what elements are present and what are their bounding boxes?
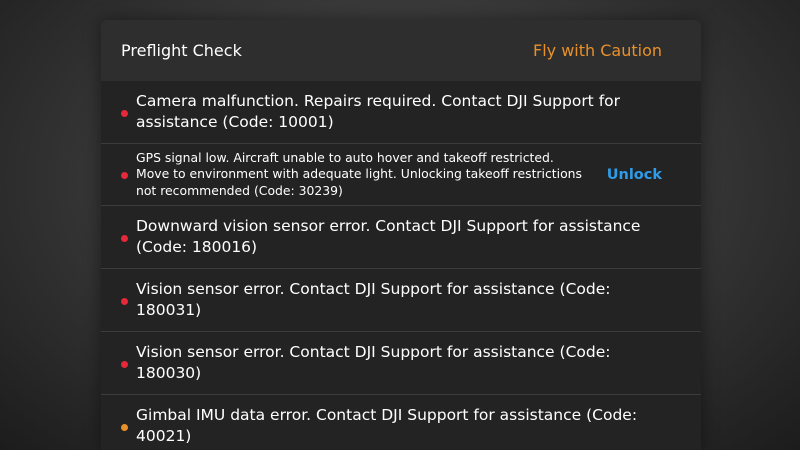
unlock-button[interactable]: Unlock — [607, 167, 662, 183]
list-item: Downward vision sensor error. Contact DJ… — [101, 206, 701, 269]
warning-list: Camera malfunction. Repairs required. Co… — [101, 81, 701, 450]
warning-message: GPS signal low. Aircraft unable to auto … — [136, 149, 582, 198]
flight-status-label: Fly with Caution — [533, 41, 662, 60]
list-item: Camera malfunction. Repairs required. Co… — [101, 81, 701, 144]
error-indicator-icon — [121, 172, 128, 179]
page-title: Preflight Check — [121, 41, 242, 60]
preflight-check-panel: Preflight Check Fly with Caution Camera … — [101, 20, 701, 450]
warning-message: Gimbal IMU data error. Contact DJI Suppo… — [136, 406, 638, 445]
warning-message: Vision sensor error. Contact DJI Support… — [136, 280, 611, 319]
error-indicator-icon — [121, 234, 128, 242]
error-indicator-icon — [121, 360, 128, 368]
list-item: GPS signal low. Aircraft unable to auto … — [101, 144, 701, 206]
error-indicator-icon — [121, 297, 128, 305]
warning-message: Downward vision sensor error. Contact DJ… — [136, 217, 641, 256]
warning-indicator-icon — [121, 423, 128, 431]
list-item: Gimbal IMU data error. Contact DJI Suppo… — [101, 395, 701, 450]
warning-message: Camera malfunction. Repairs required. Co… — [136, 92, 621, 131]
warning-message: Vision sensor error. Contact DJI Support… — [136, 343, 611, 382]
list-item: Vision sensor error. Contact DJI Support… — [101, 332, 701, 395]
error-indicator-icon — [121, 109, 128, 117]
panel-header: Preflight Check Fly with Caution — [101, 20, 701, 81]
list-item: Vision sensor error. Contact DJI Support… — [101, 269, 701, 332]
